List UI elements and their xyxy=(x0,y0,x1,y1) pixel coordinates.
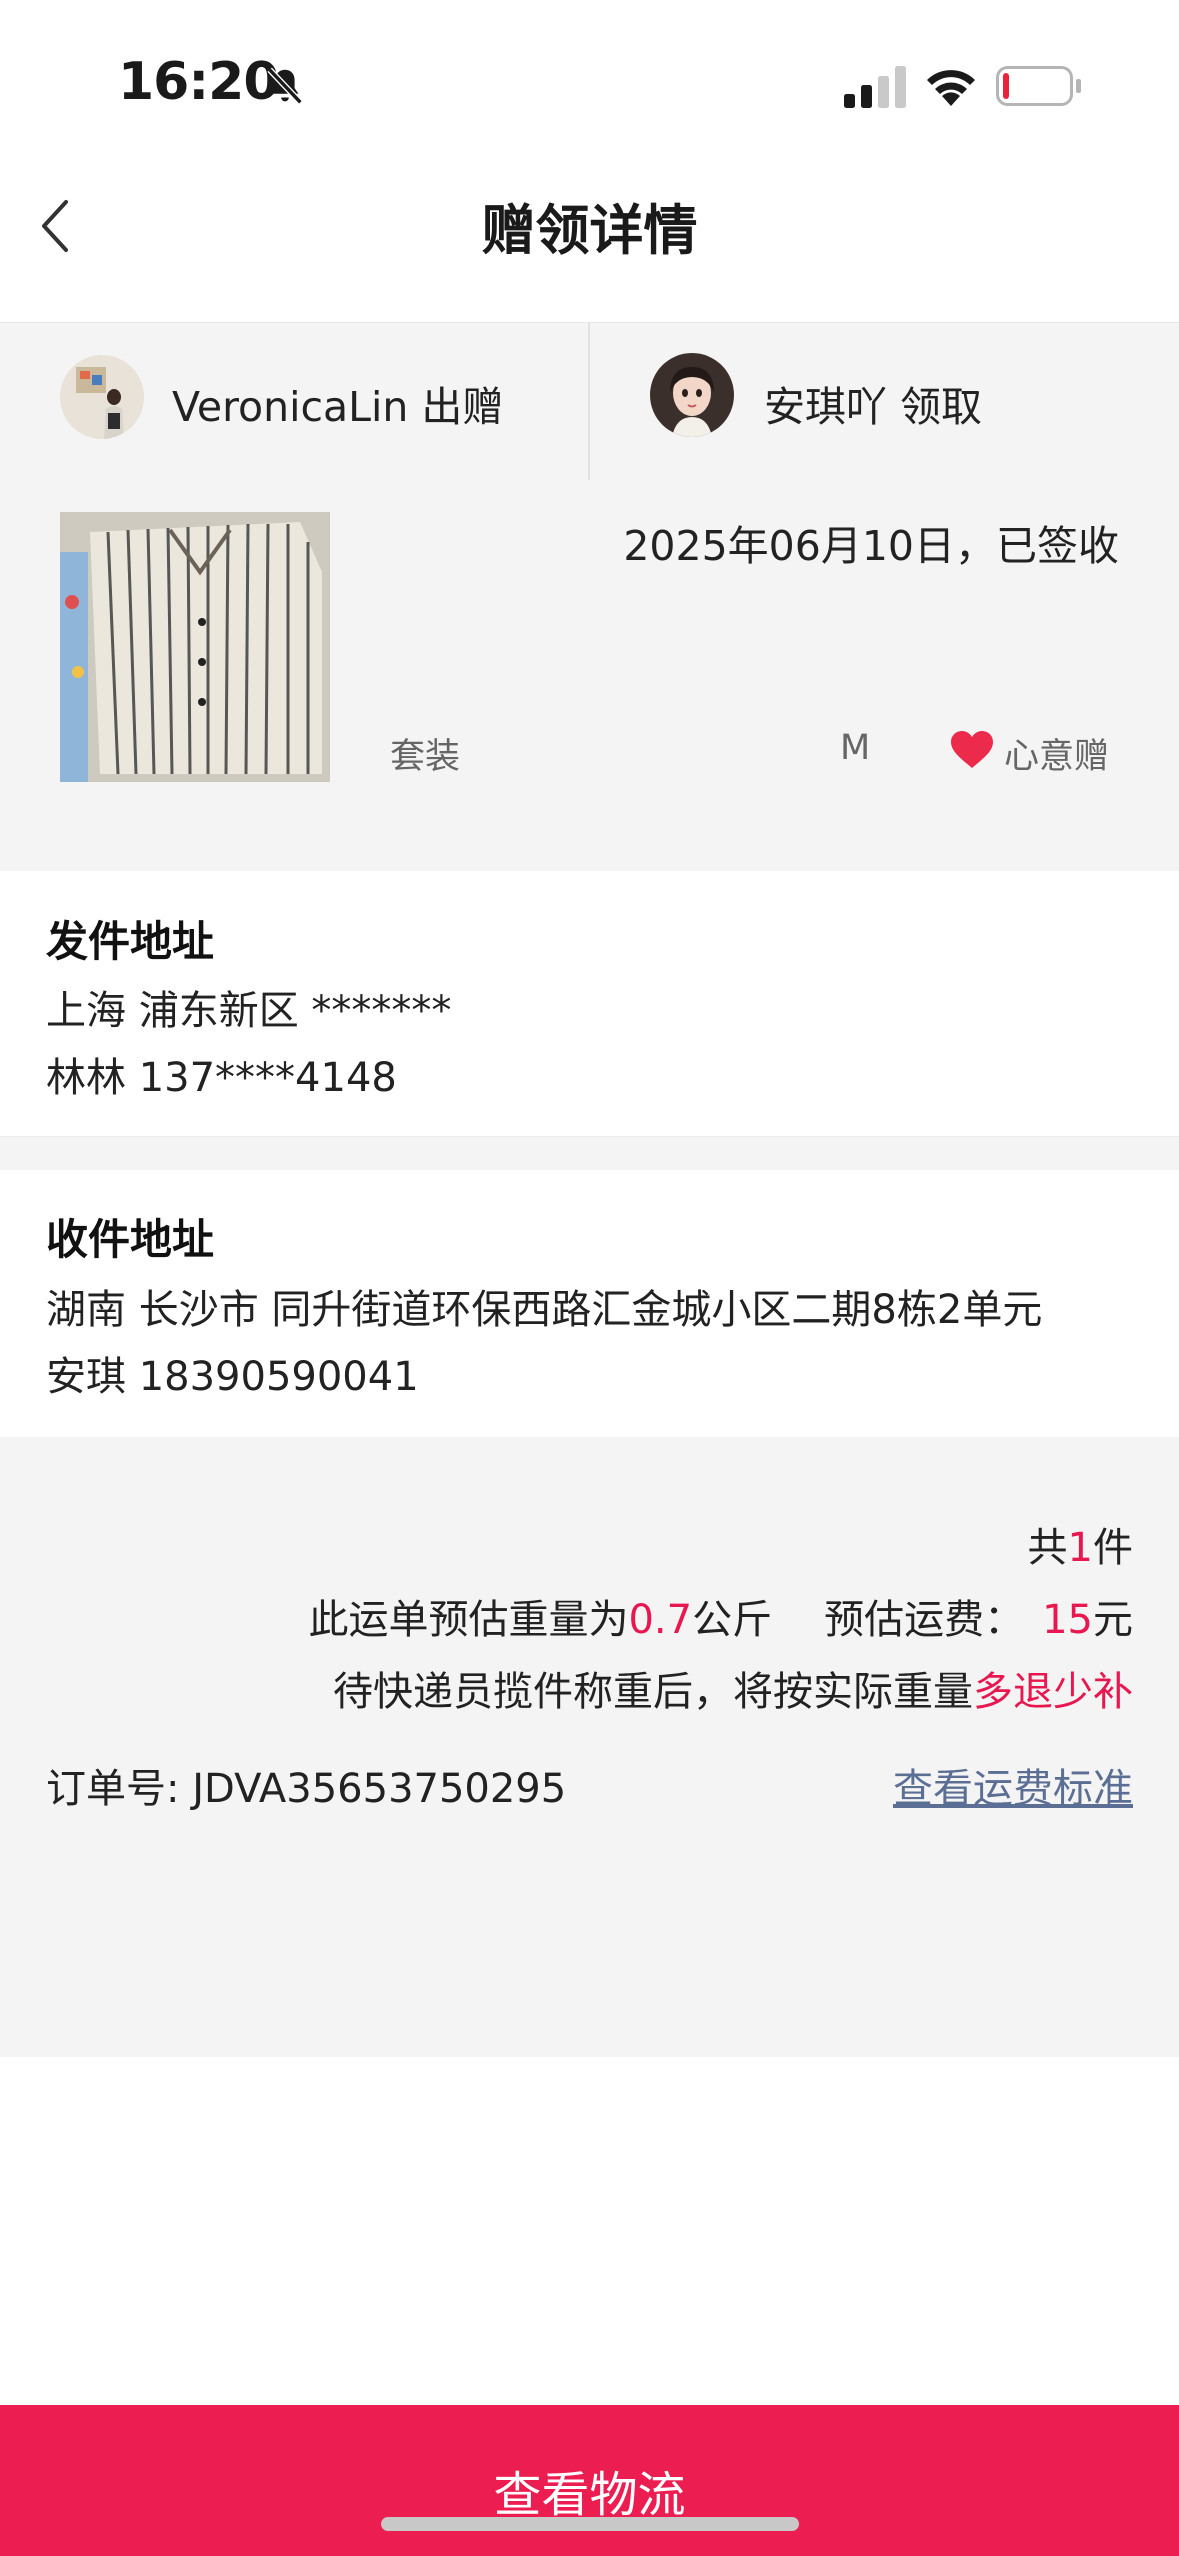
receiver-label: 安琪吖 领取 xyxy=(764,383,983,431)
product-category: 套装 xyxy=(390,737,461,777)
page-title: 赠领详情 xyxy=(481,199,698,262)
bell-muted-icon xyxy=(267,67,303,105)
sender-address: 上海 浦东新区 ******* xyxy=(46,988,452,1034)
item-count: 共1件 xyxy=(1027,1525,1133,1571)
receiver-address-heading: 收件地址 xyxy=(46,1215,215,1264)
battery-low-icon xyxy=(996,66,1081,106)
view-logistics-label: 查看物流 xyxy=(493,2467,686,2523)
delivery-status: 2025年06月10日，已签收 xyxy=(623,522,1119,570)
cellular-signal-icon xyxy=(844,66,906,108)
home-indicator[interactable] xyxy=(381,2517,799,2531)
wifi-icon xyxy=(927,70,975,106)
weight-fee-line: 此运单预估重量为0.7公斤 预估运费： 15元 xyxy=(308,1597,1133,1643)
order-number: 订单号: JDVA35653750295 xyxy=(46,1766,567,1812)
giver-avatar[interactable] xyxy=(60,355,144,439)
view-logistics-button[interactable]: 查看物流 xyxy=(0,2405,1179,2556)
sender-contact: 林林 137****4148 xyxy=(46,1055,397,1101)
section-gap xyxy=(0,1136,1179,1171)
receiver-avatar[interactable] xyxy=(650,353,734,437)
participants-divider xyxy=(588,322,590,480)
heart-icon xyxy=(951,731,993,768)
receiver-address: 湖南 长沙市 同升街道环保西路汇金城小区二期8栋2单元 xyxy=(46,1287,1043,1333)
product-size: M xyxy=(840,728,871,768)
gift-type: 心意赠 xyxy=(1004,737,1110,777)
weight-adjust-note: 待快递员揽件称重后，将按实际重量多退少补 xyxy=(333,1669,1133,1715)
giver-label: VeronicaLin 出赠 xyxy=(172,383,504,431)
shipping-summary xyxy=(0,1437,1179,2057)
sender-address-heading: 发件地址 xyxy=(46,917,215,966)
freight-standard-link[interactable]: 查看运费标准 xyxy=(893,1756,1133,1814)
status-time: 16:20 xyxy=(118,52,280,112)
receiver-contact: 安琪 18390590041 xyxy=(46,1354,419,1400)
product-image[interactable] xyxy=(60,512,330,782)
